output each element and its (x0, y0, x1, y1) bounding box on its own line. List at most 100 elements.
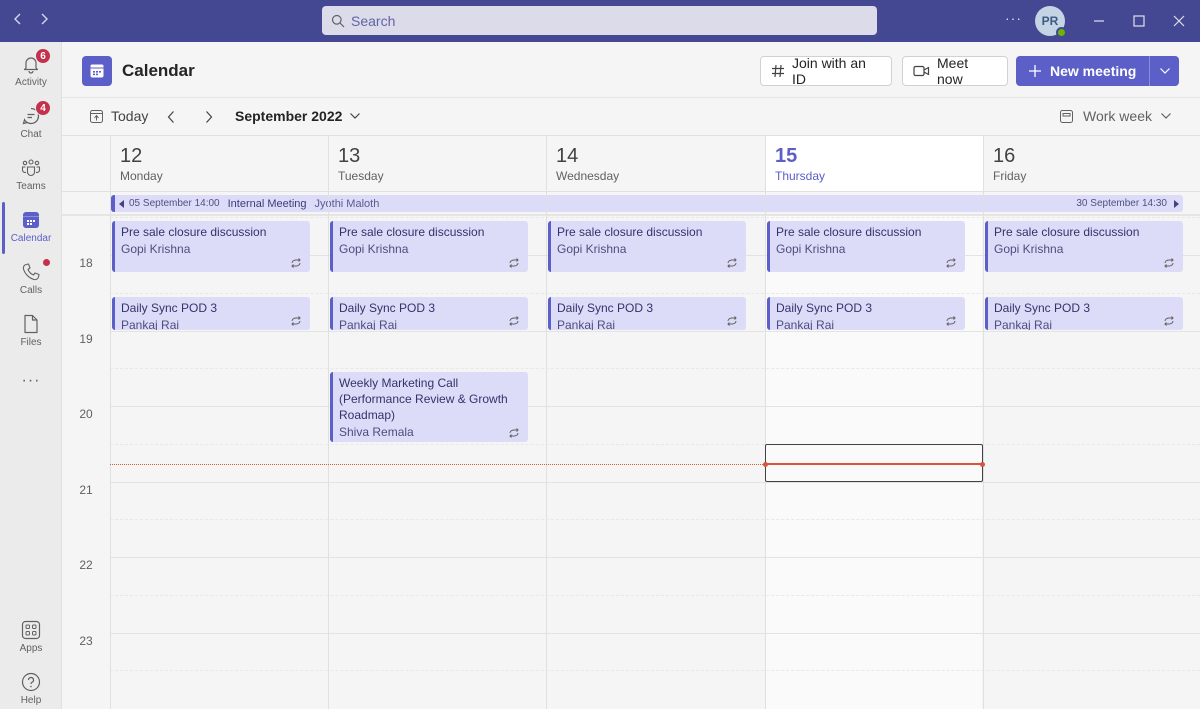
app-rail: 6 Activity 4 Chat Teams Calendar Calls F… (0, 42, 62, 709)
rail-item-files[interactable]: Files (0, 306, 62, 358)
event-title: Daily Sync POD 3 (557, 300, 654, 315)
calendar-app-icon (82, 56, 112, 86)
hour-line (110, 632, 1200, 634)
day-name: Thursday (775, 169, 826, 183)
previous-week-button[interactable] (166, 110, 176, 124)
event-title: Daily Sync POD 3 (339, 300, 436, 315)
event-title: Daily Sync POD 3 (776, 300, 873, 315)
calendar-icon (90, 64, 104, 78)
half-hour-line (110, 443, 1200, 445)
avatar[interactable]: PR (1035, 6, 1067, 38)
recurring-icon (509, 315, 519, 326)
rail-item-chat[interactable]: 4 Chat (0, 98, 62, 150)
new-meeting-dropdown-button[interactable] (1150, 56, 1179, 86)
video-camera-icon (913, 65, 930, 77)
hour-label: 22 (79, 558, 93, 572)
event-title: Daily Sync POD 3 (121, 300, 218, 315)
hour-line (110, 557, 1200, 558)
all-day-row: 05 September 14:00 Internal Meeting Jyot… (62, 191, 1200, 216)
rail-item-apps[interactable]: Apps (0, 612, 62, 664)
new-meeting-button[interactable]: New meeting (1016, 56, 1151, 86)
minimize-button[interactable] (1086, 8, 1112, 34)
maximize-button[interactable] (1126, 8, 1152, 34)
event-title: Pre sale closure discussion (557, 225, 703, 240)
back-button[interactable] (8, 10, 28, 31)
more-apps-button[interactable]: ··· (0, 372, 62, 390)
day-header-monday[interactable]: 12 Monday (110, 136, 328, 191)
rail-item-calendar[interactable]: Calendar (0, 202, 62, 254)
rail-label: Calls (19, 285, 43, 296)
recurring-icon (509, 258, 519, 268)
event-title: Pre sale closure discussion (994, 225, 1140, 240)
rail-item-teams[interactable]: Teams (0, 150, 62, 202)
event-title: Weekly Marketing Call (Performance Revie… (339, 376, 508, 423)
calls-notification-dot (43, 259, 50, 266)
event-title: Pre sale closure discussion (339, 225, 485, 240)
recurring-icon (727, 258, 737, 268)
column-divider (328, 136, 329, 709)
event-organizer: Shiva Remala (339, 425, 414, 440)
activity-badge: 6 (35, 48, 51, 64)
caret-right-icon (1174, 199, 1179, 208)
presence-available-icon (1056, 27, 1067, 38)
week-grid: 12 Monday 13 Tuesday 14 Wednesday 15 Thu… (62, 136, 1200, 709)
forward-button[interactable] (34, 10, 54, 31)
event-start-date: 05 September 14:00 (129, 198, 220, 209)
calendar-event[interactable]: Daily Sync POD 3 Pankaj Rai (548, 296, 746, 330)
calendar-event[interactable]: Daily Sync POD 3 Pankaj Rai (985, 296, 1183, 330)
event-title: Internal Meeting (227, 197, 307, 210)
search-box[interactable] (322, 6, 877, 35)
recurring-icon (946, 315, 956, 326)
chevron-right-icon (41, 13, 48, 25)
rail-item-activity[interactable]: 6 Activity (0, 46, 62, 98)
view-selector[interactable]: Work week (1060, 108, 1172, 124)
day-number: 15 (775, 145, 798, 167)
day-header-thursday[interactable]: 15 Thursday (765, 136, 983, 191)
day-number: 13 (338, 145, 361, 167)
all-day-event[interactable]: 05 September 14:00 Internal Meeting Jyot… (111, 195, 1183, 212)
calendar-event[interactable]: Pre sale closure discussion Gopi Krishna (548, 221, 746, 272)
calendar-event[interactable]: Pre sale closure discussion Gopi Krishna (767, 221, 965, 272)
calendar-event[interactable]: Pre sale closure discussion Gopi Krishna (985, 221, 1183, 272)
recurring-icon (1164, 315, 1174, 326)
more-options-button[interactable]: ··· (1005, 10, 1022, 26)
chat-badge: 4 (35, 100, 51, 116)
month-picker[interactable]: September 2022 (235, 108, 361, 124)
hour-label: 20 (79, 407, 93, 421)
minimize-icon (1094, 20, 1104, 22)
close-button[interactable] (1166, 8, 1192, 34)
rail-item-help[interactable]: Help (0, 664, 62, 709)
calendar-event[interactable]: Weekly Marketing Call (Performance Revie… (330, 372, 528, 442)
meet-now-button[interactable]: Meet now (902, 55, 1008, 87)
hour-line (110, 330, 1200, 332)
file-icon (24, 314, 38, 334)
day-header-wednesday[interactable]: 14 Wednesday (546, 136, 765, 191)
event-end: 30 September 14:30 (1076, 198, 1179, 209)
calendar-event[interactable]: Daily Sync POD 3 Pankaj Rai (767, 296, 965, 330)
next-week-button[interactable] (204, 110, 214, 124)
rail-item-calls[interactable]: Calls (0, 254, 62, 306)
search-input[interactable] (351, 12, 851, 29)
today-button[interactable]: Today (90, 108, 148, 124)
chevron-down-icon (1159, 68, 1170, 74)
event-organizer: Pankaj Rai (339, 317, 398, 330)
calendar-event[interactable]: Pre sale closure discussion Gopi Krishna (112, 221, 310, 272)
day-header-friday[interactable]: 16 Friday (983, 136, 1200, 191)
join-with-id-label: Join with an ID (792, 55, 866, 87)
day-header-tuesday[interactable]: 13 Tuesday (328, 136, 546, 191)
event-organizer: Pankaj Rai (994, 317, 1053, 330)
current-time-dot (980, 462, 985, 467)
calendar-event[interactable]: Daily Sync POD 3 Pankaj Rai (330, 296, 528, 330)
day-name: Tuesday (338, 169, 384, 183)
new-meeting-split-button: New meeting (1016, 56, 1180, 86)
rail-label: Help (20, 695, 42, 706)
event-organizer: Pankaj Rai (121, 317, 180, 330)
join-with-id-button[interactable]: Join with an ID (760, 55, 892, 87)
meet-now-label: Meet now (937, 55, 969, 87)
chevron-down-icon (1161, 113, 1171, 119)
calendar-event[interactable]: Daily Sync POD 3 Pankaj Rai (112, 296, 310, 330)
column-divider (546, 136, 547, 709)
calendar-event[interactable]: Pre sale closure discussion Gopi Krishna (330, 221, 528, 272)
view-label: Work week (1083, 108, 1152, 124)
page-header: Calendar Join with an ID Meet now New me… (62, 42, 1200, 98)
